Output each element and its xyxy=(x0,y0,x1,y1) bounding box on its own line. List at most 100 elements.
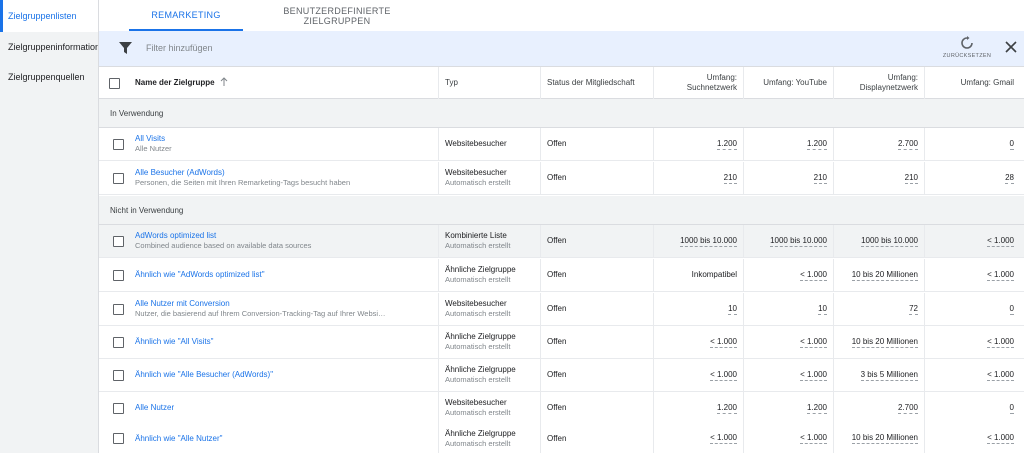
search-value: < 1.000 xyxy=(710,336,737,348)
table-row[interactable]: Alle Nutzer mit Conversion Nutzer, die b… xyxy=(99,293,1024,326)
gmail-value: < 1.000 xyxy=(987,235,1014,247)
row-checkbox[interactable] xyxy=(113,337,124,350)
reset-label: ZURÜCKSETZEN xyxy=(942,53,992,59)
row-checkbox[interactable] xyxy=(113,173,124,186)
display-cell: 10 bis 20 Millionen xyxy=(834,326,925,358)
youtube-cell: < 1.000 xyxy=(744,326,834,358)
table-row[interactable]: Alle Besucher (AdWords) Personen, die Se… xyxy=(99,162,1024,195)
gmail-cell: < 1.000 xyxy=(925,225,1024,257)
audience-name-link[interactable]: Ähnlich wie "Alle Nutzer" xyxy=(135,434,432,444)
gmail-cell: < 1.000 xyxy=(925,326,1024,358)
audience-description: Nutzer, die basierend auf Ihrem Conversi… xyxy=(135,309,386,318)
youtube-value: < 1.000 xyxy=(800,433,827,444)
table-header: Name der Zielgruppe Typ Status der Mitgl… xyxy=(99,66,1024,99)
reset-button[interactable]: ZURÜCKSETZEN xyxy=(942,36,992,64)
youtube-cell: 1000 bis 10.000 xyxy=(744,225,834,257)
audience-name-link[interactable]: Ähnlich wie "All Visits" xyxy=(135,337,432,347)
row-checkbox[interactable] xyxy=(113,139,124,152)
filter-input[interactable]: Filter hinzufügen xyxy=(146,43,213,53)
nav-item-zielgruppenquellen[interactable]: Zielgruppenquellen xyxy=(0,62,98,92)
row-checkbox[interactable] xyxy=(113,270,124,283)
youtube-value: 1.200 xyxy=(806,138,827,150)
tab-benutzerdefinierte-zielgruppen[interactable]: Benutzerdefinierte Zielgruppen xyxy=(269,0,405,31)
type-text: Ähnliche Zielgruppe xyxy=(445,265,516,274)
column-header-status[interactable]: Status der Mitgliedschaft xyxy=(541,67,654,99)
select-all-checkbox[interactable] xyxy=(108,77,120,89)
gmail-value: < 1.000 xyxy=(987,433,1014,444)
type-cell: Websitebesucher xyxy=(439,128,541,160)
row-checkbox[interactable] xyxy=(113,433,124,446)
name-cell: All Visits Alle Nutzer xyxy=(129,128,439,160)
section-header: Nicht in Verwendung xyxy=(99,196,1024,225)
gmail-value: 0 xyxy=(1009,303,1014,315)
search-cell: < 1.000 xyxy=(654,424,744,453)
status-text: Offen xyxy=(547,270,567,279)
select-all-cell xyxy=(99,67,129,99)
audience-description: Personen, die Seiten mit Ihren Remarketi… xyxy=(135,178,351,187)
nav-item-zielgruppenlisten[interactable]: Zielgruppenlisten xyxy=(0,0,98,32)
display-cell: 10 bis 20 Millionen xyxy=(834,259,925,291)
search-value: 210 xyxy=(723,172,737,184)
nav-item-zielgruppeninformationen[interactable]: Zielgruppeninformationen xyxy=(0,32,98,62)
status-text: Offen xyxy=(547,433,567,443)
youtube-value: 1.200 xyxy=(806,402,827,414)
display-cell: 1000 bis 10.000 xyxy=(834,225,925,257)
column-header-gmail[interactable]: Umfang: Gmail xyxy=(925,67,1024,99)
display-value: 10 bis 20 Millionen xyxy=(851,433,918,444)
column-header-display[interactable]: Umfang: Displaynetzwerk xyxy=(834,67,925,99)
status-text: Offen xyxy=(547,304,567,313)
audience-name-link[interactable]: Ähnlich wie "AdWords optimized list" xyxy=(135,270,432,280)
filter-icon[interactable] xyxy=(119,42,132,56)
display-cell: 3 bis 5 Millionen xyxy=(834,359,925,391)
search-cell: < 1.000 xyxy=(654,359,744,391)
row-checkbox[interactable] xyxy=(113,370,124,383)
display-value: 10 bis 20 Millionen xyxy=(851,336,918,348)
column-header-name[interactable]: Name der Zielgruppe xyxy=(129,67,439,99)
column-header-name-label: Name der Zielgruppe xyxy=(135,78,215,87)
table-row[interactable]: Alle Nutzer Websitebesucher Automatisch … xyxy=(99,392,1024,425)
gmail-value: 0 xyxy=(1009,138,1014,150)
display-cell: 2.700 xyxy=(834,128,925,160)
tab-remarketing[interactable]: Remarketing xyxy=(129,0,243,31)
table-row[interactable]: All Visits Alle Nutzer Websitebesucher O… xyxy=(99,128,1024,161)
table-row[interactable]: Ähnlich wie "All Visits" Ähnliche Zielgr… xyxy=(99,326,1024,359)
close-icon[interactable] xyxy=(1003,39,1019,55)
audience-name-link[interactable]: All Visits xyxy=(135,134,432,144)
audience-name-link[interactable]: Ähnlich wie "Alle Besucher (AdWords)" xyxy=(135,370,432,380)
gmail-value: < 1.000 xyxy=(987,336,1014,348)
gmail-value: 28 xyxy=(1005,172,1014,184)
name-cell: Alle Besucher (AdWords) Personen, die Se… xyxy=(129,162,439,194)
name-cell: Ähnlich wie "AdWords optimized list" xyxy=(129,259,439,291)
status-cell: Offen xyxy=(541,162,654,194)
search-value: < 1.000 xyxy=(710,369,737,381)
column-header-type[interactable]: Typ xyxy=(439,67,541,99)
type-cell: Websitebesucher Automatisch erstellt xyxy=(439,293,541,325)
status-cell: Offen xyxy=(541,359,654,391)
search-cell: 1.200 xyxy=(654,392,744,424)
youtube-cell: 1.200 xyxy=(744,128,834,160)
row-checkbox[interactable] xyxy=(113,304,124,317)
column-header-search[interactable]: Umfang: Suchnetzwerk xyxy=(654,67,744,99)
youtube-value: < 1.000 xyxy=(800,336,827,348)
name-cell: AdWords optimized list Combined audience… xyxy=(129,225,439,257)
audience-name-link[interactable]: Alle Besucher (AdWords) xyxy=(135,168,432,178)
type-subtext: Automatisch erstellt xyxy=(445,275,511,284)
table-row[interactable]: Ähnlich wie "AdWords optimized list" Ähn… xyxy=(99,259,1024,292)
gmail-cell: 28 xyxy=(925,162,1024,194)
search-value: 1.200 xyxy=(716,402,737,414)
audience-name-link[interactable]: Alle Nutzer mit Conversion xyxy=(135,299,432,309)
table-row[interactable]: Ähnlich wie "Alle Nutzer" Ähnliche Zielg… xyxy=(99,424,1024,453)
display-cell: 72 xyxy=(834,293,925,325)
type-text: Ähnliche Zielgruppe xyxy=(445,365,516,374)
status-cell: Offen xyxy=(541,424,654,453)
table-row[interactable]: Ähnlich wie "Alle Besucher (AdWords)" Äh… xyxy=(99,359,1024,392)
audience-name-link[interactable]: Alle Nutzer xyxy=(135,403,432,413)
table-row[interactable]: AdWords optimized list Combined audience… xyxy=(99,225,1024,258)
audience-name-link[interactable]: AdWords optimized list xyxy=(135,231,432,241)
youtube-cell: 1.200 xyxy=(744,392,834,424)
row-checkbox[interactable] xyxy=(113,236,124,249)
name-cell: Ähnlich wie "All Visits" xyxy=(129,326,439,358)
column-header-youtube[interactable]: Umfang: YouTube xyxy=(744,67,834,99)
gmail-value: < 1.000 xyxy=(987,269,1014,281)
row-checkbox[interactable] xyxy=(113,403,124,416)
